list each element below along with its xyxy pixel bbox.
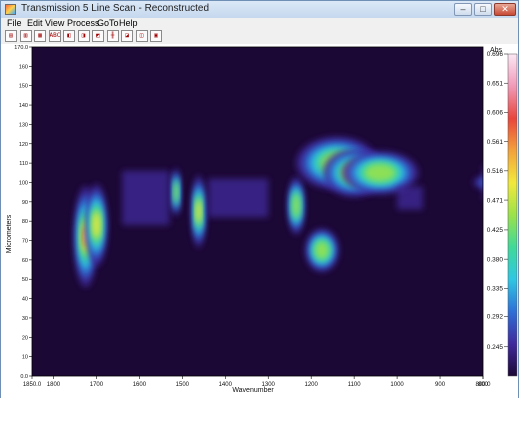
- tool-icon-10[interactable]: ◫: [135, 30, 148, 42]
- y-axis-label: Micrometers: [6, 214, 13, 253]
- x-tick-label: 1000: [390, 382, 404, 388]
- x-tick-label: 1200: [305, 382, 319, 388]
- y-tick-label: 120: [19, 142, 28, 148]
- colorbar-tick-label: 0.335: [487, 286, 504, 293]
- heatmap-band: [397, 186, 423, 210]
- tool-icon-5[interactable]: ◧: [63, 30, 75, 42]
- x-tick-label: 1600: [133, 382, 147, 388]
- y-tick-label: 150: [19, 84, 28, 90]
- open-icon[interactable]: ▤: [5, 30, 17, 42]
- close-button[interactable]: ✕: [494, 3, 516, 16]
- colorbar-tick-label: 0.606: [487, 110, 504, 117]
- x-tick-label: 1700: [90, 382, 104, 388]
- print-icon[interactable]: ▦: [34, 30, 46, 42]
- tool-icon-7[interactable]: ◩: [92, 30, 104, 42]
- y-tick-label: 130: [19, 122, 28, 128]
- colorbar-tick-label: 0.471: [487, 197, 504, 204]
- heatmap-peak: [93, 212, 100, 238]
- menu-edit[interactable]: Edit: [27, 18, 43, 28]
- colorbar-tick-label: 0.516: [487, 168, 504, 175]
- colorbar-tick-label: 0.425: [487, 227, 504, 234]
- menu-file[interactable]: File: [7, 18, 22, 28]
- x-tick-label: 800.0: [475, 382, 491, 388]
- y-axis: 0.0 10 20 30 40 50 60 70 80 90 100 110 120 130 140 150 1…: [14, 45, 32, 380]
- menu-goto[interactable]: GoTo: [97, 18, 119, 28]
- y-tick-label: 80: [22, 219, 28, 225]
- window-title: Transmission 5 Line Scan - Reconstructed: [21, 3, 210, 14]
- tool-icon-9[interactable]: ◪: [121, 30, 133, 42]
- plot-area: 1850.0 1800 1700 1600 1500 1400 1300 1200 1100 10…: [1, 44, 521, 398]
- menu-process[interactable]: Process: [67, 18, 100, 28]
- heatmap-peak: [292, 194, 300, 218]
- heatmap-svg: 1850.0 1800 1700 1600 1500 1400 1300 1200 1100 10…: [6, 45, 521, 394]
- menu-help[interactable]: Help: [119, 18, 138, 28]
- colorbar-tick-label: 0.561: [487, 139, 504, 146]
- tool-icon-8[interactable]: ╫: [106, 30, 119, 42]
- y-tick-label: 50: [22, 277, 28, 283]
- colorbar-tick-label: 0.696: [487, 51, 504, 58]
- colorbar-tick-label: 0.380: [487, 256, 504, 263]
- heatmap-peak: [364, 164, 396, 182]
- y-tick-label: 70: [22, 239, 28, 245]
- x-tick-label: 1100: [348, 382, 362, 388]
- heatmap-peak: [173, 182, 178, 202]
- colorbar-tick-label: 0.245: [487, 344, 504, 351]
- y-tick-label: 20: [22, 335, 28, 341]
- x-tick-label: 1850.0: [23, 382, 42, 388]
- colorbar-tick-label: 0.651: [487, 80, 504, 87]
- tool-icon-6[interactable]: ◨: [77, 30, 90, 42]
- colorbar-tick-label: 0.292: [487, 313, 504, 320]
- maximize-button[interactable]: □: [474, 3, 492, 16]
- heatmap-peak: [196, 200, 201, 223]
- y-tick-label: 170.0: [14, 45, 28, 51]
- y-tick-label: 0.0: [20, 374, 28, 380]
- menu-view[interactable]: View: [45, 18, 64, 28]
- heatmap-peak: [315, 241, 329, 259]
- y-tick-label: 110: [19, 161, 28, 167]
- y-tick-label: 90: [22, 200, 28, 206]
- y-tick-label: 30: [22, 316, 28, 322]
- save-icon[interactable]: ▥: [19, 30, 32, 42]
- y-tick-label: 40: [22, 297, 28, 303]
- x-axis-label: Wavenumber: [232, 387, 274, 394]
- tool-icon-11[interactable]: ▣: [150, 30, 162, 42]
- toolbar: ▤ ▥ ▦ ABC ◧ ◨ ◩ ╫ ◪ ◫ ▣: [1, 30, 518, 44]
- colorbar: [507, 53, 518, 377]
- y-tick-label: 160: [19, 64, 28, 70]
- y-tick-label: 140: [19, 103, 28, 109]
- abc-icon[interactable]: ABC: [48, 30, 61, 42]
- y-tick-label: 10: [22, 355, 28, 361]
- x-tick-label: 1500: [176, 382, 190, 388]
- y-tick-label: 60: [22, 258, 28, 264]
- colorbar-ticks: 0.696 0.651 0.606 0.561 0.516 0.471 0.425 0.380…: [487, 51, 508, 351]
- heatmap-band: [208, 178, 269, 218]
- x-tick-label: 1800: [47, 382, 61, 388]
- y-tick-label: 100: [19, 180, 28, 186]
- app-icon: [5, 4, 16, 15]
- x-tick-label: 900: [435, 382, 446, 388]
- menu-bar: File Edit View Process GoTo Help: [1, 18, 518, 30]
- main-window: Transmission 5 Line Scan - Reconstructed…: [0, 0, 521, 398]
- heatmap-band: [122, 170, 170, 226]
- title-bar[interactable]: Transmission 5 Line Scan - Reconstructed…: [1, 1, 518, 18]
- minimize-button[interactable]: –: [454, 3, 472, 16]
- x-tick-label: 1400: [219, 382, 233, 388]
